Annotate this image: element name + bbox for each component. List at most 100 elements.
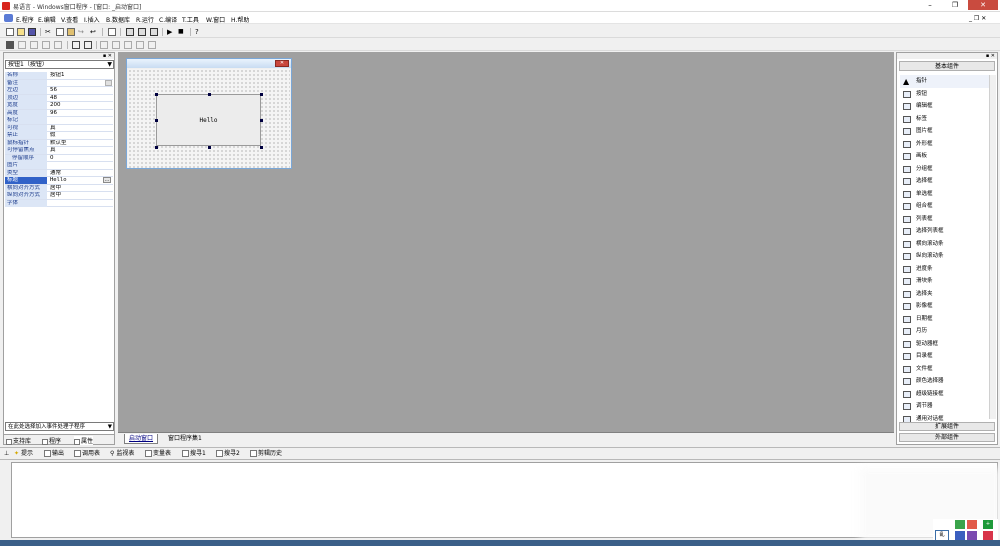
component-item[interactable]: 按钮: [900, 88, 992, 101]
h-spacing-icon[interactable]: [100, 41, 108, 49]
mdi-controls[interactable]: _ ❐ ✕: [969, 15, 986, 22]
property-row[interactable]: 停留顺序 0: [5, 154, 113, 162]
property-row[interactable]: 横向对齐方式 居中: [5, 184, 113, 192]
menu-tools[interactable]: T.工具: [182, 15, 199, 24]
align-top-icon[interactable]: [54, 41, 62, 49]
resize-handle[interactable]: [208, 146, 211, 149]
resize-handle[interactable]: [260, 119, 263, 122]
new-file-icon[interactable]: [6, 28, 14, 36]
tray-red-icon[interactable]: [967, 520, 977, 529]
order-icon[interactable]: [148, 41, 156, 49]
external-components-button[interactable]: 外部组件: [899, 433, 995, 442]
tray-green-icon[interactable]: [955, 520, 965, 529]
component-item[interactable]: 横向滚动条: [900, 238, 992, 251]
property-row[interactable]: 宽度 200: [5, 102, 113, 110]
component-item[interactable]: 超级链接框: [900, 388, 992, 401]
property-row[interactable]: 左边 56: [5, 87, 113, 95]
menu-insert[interactable]: I.插入: [84, 15, 100, 24]
tab-hint[interactable]: ✦ 提示: [14, 450, 33, 458]
tab-startup-window[interactable]: 启动窗口: [124, 434, 159, 444]
tab-support-library[interactable]: 支持库: [6, 436, 31, 445]
component-item[interactable]: 组合框: [900, 200, 992, 213]
property-row[interactable]: 顶边 48: [5, 94, 113, 102]
component-scrollbar[interactable]: [989, 75, 996, 419]
menu-compile[interactable]: C.编译: [159, 15, 177, 24]
menu-help[interactable]: H.帮助: [231, 15, 249, 24]
output-area[interactable]: [11, 462, 998, 538]
menu-window[interactable]: W.窗口: [206, 15, 225, 24]
component-item[interactable]: 画板: [900, 150, 992, 163]
v-spacing-icon[interactable]: [112, 41, 120, 49]
component-item[interactable]: 标签: [900, 113, 992, 126]
help-pointer-icon[interactable]: ?: [195, 28, 203, 36]
grid-icon[interactable]: [6, 41, 14, 49]
component-item[interactable]: 选择列表框: [900, 225, 992, 238]
extension-components-button[interactable]: 扩展组件: [899, 422, 995, 431]
paste-icon[interactable]: [67, 28, 75, 36]
component-item[interactable]: 驱动器框: [900, 338, 992, 351]
component-item[interactable]: 纵向滚动条: [900, 250, 992, 263]
tray-moon-icon[interactable]: [955, 531, 965, 540]
tab-clip-history[interactable]: 剪辑历史: [250, 450, 282, 458]
tab-search-2[interactable]: 搜寻2: [216, 450, 240, 458]
menu-run[interactable]: R.运行: [136, 15, 154, 24]
component-item[interactable]: 颜色选择器: [900, 375, 992, 388]
tab-output[interactable]: 输出: [44, 450, 64, 458]
component-item[interactable]: ▲ 指针: [900, 75, 992, 88]
menu-edit[interactable]: E.编辑: [38, 15, 56, 24]
panel-header-buttons[interactable]: ▪ ✕: [103, 53, 112, 59]
property-row[interactable]: 禁止假: [5, 132, 113, 140]
center-v-icon[interactable]: [136, 41, 144, 49]
basic-components-button[interactable]: 基本组件: [899, 61, 995, 71]
pin-icon[interactable]: ⊥: [4, 450, 9, 458]
form-client-area[interactable]: Hello: [128, 69, 290, 168]
component-item[interactable]: 目录框: [900, 350, 992, 363]
tray-purple-icon[interactable]: [967, 531, 977, 540]
component-item[interactable]: 外形框: [900, 138, 992, 151]
tray-flower-icon[interactable]: [983, 531, 993, 540]
component-item[interactable]: 影像框: [900, 300, 992, 313]
property-scrollbar[interactable]: [105, 80, 112, 86]
resize-handle[interactable]: [260, 146, 263, 149]
property-row[interactable]: 高度 96: [5, 109, 113, 117]
property-row[interactable]: 字体: [5, 199, 113, 207]
tab-program[interactable]: 程序: [42, 436, 61, 445]
component-item[interactable]: 调节器: [900, 400, 992, 413]
tab-variables[interactable]: 变量表: [145, 450, 171, 458]
panel-header-buttons[interactable]: ▪ ✕: [986, 53, 995, 59]
open-file-icon[interactable]: [17, 28, 25, 36]
menu-database[interactable]: B.数据库: [106, 15, 130, 24]
minimize-button[interactable]: –: [918, 0, 942, 10]
form-close-button[interactable]: ✕: [275, 60, 289, 67]
menu-program[interactable]: E.程序: [16, 15, 34, 24]
object-selector[interactable]: 按钮1（按钮） ▼: [5, 60, 114, 69]
component-item[interactable]: 分组框: [900, 163, 992, 176]
tab-properties[interactable]: 属性: [74, 436, 94, 445]
property-row[interactable]: 图片: [5, 162, 113, 170]
resize-handle[interactable]: [155, 146, 158, 149]
component-item[interactable]: 滑块条: [900, 275, 992, 288]
redo-icon[interactable]: ↪: [78, 28, 86, 36]
component-item[interactable]: 图片框: [900, 125, 992, 138]
tab-search-1[interactable]: 搜寻1: [182, 450, 206, 458]
restore-button[interactable]: ❐: [943, 0, 967, 10]
form-window[interactable]: ✕ Hello: [126, 58, 292, 169]
component-item[interactable]: 日期框: [900, 313, 992, 326]
component-item[interactable]: 编辑框: [900, 100, 992, 113]
resize-handle[interactable]: [155, 119, 158, 122]
same-height-icon[interactable]: [84, 41, 92, 49]
resize-handle[interactable]: [208, 93, 211, 96]
stop-icon[interactable]: ■: [178, 28, 186, 36]
event-selector[interactable]: 在此处选择加入事件处理子程序 ▼: [5, 422, 114, 431]
tab-window-assembly[interactable]: 窗口程序集1: [164, 434, 206, 444]
copy-icon[interactable]: [56, 28, 64, 36]
close-button[interactable]: ✕: [968, 0, 998, 10]
tab-call-stack[interactable]: 调用表: [74, 450, 100, 458]
property-row[interactable]: 类型 通常: [5, 169, 113, 177]
undo-icon[interactable]: ↩: [90, 28, 98, 36]
tab-watch[interactable]: ⚲ 监视表: [110, 450, 134, 458]
property-row[interactable]: 鼠标指针 默认型: [5, 139, 113, 147]
ellipsis-button[interactable]: …: [103, 177, 111, 183]
save-icon[interactable]: [28, 28, 36, 36]
align-center-icon[interactable]: [30, 41, 38, 49]
